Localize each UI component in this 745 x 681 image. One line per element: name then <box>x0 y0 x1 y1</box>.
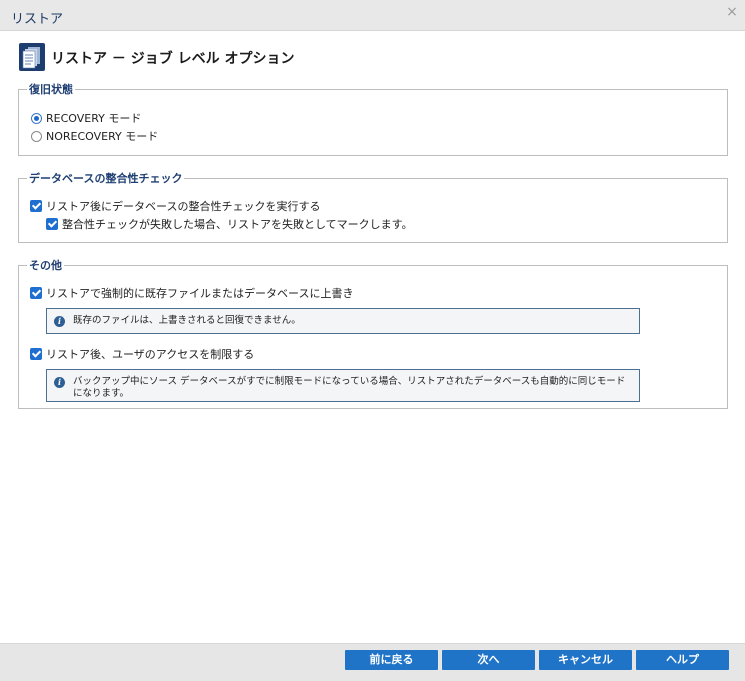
overwrite-info-box: i 既存のファイルは、上書きされると回復できません。 <box>46 308 640 334</box>
restrict-access-label: リストア後、ユーザのアクセスを制限する <box>46 348 255 361</box>
other-options-legend: その他 <box>29 259 62 272</box>
restrict-info-text: バックアップ中にソース データベースがすでに制限モードになっている場合、リストア… <box>73 376 626 399</box>
dialog-title: リストア <box>11 12 64 27</box>
recovery-mode-radio[interactable] <box>31 112 42 124</box>
consistency-check-legend: データベースの整合性チェック <box>29 172 183 185</box>
force-overwrite-label: リストアで強制的に既存ファイルまたはデータベースに上書き <box>46 287 354 300</box>
recovery-state-legend: 復旧状態 <box>29 83 73 96</box>
dialog-footer: 前に戻る 次へ キャンセル ヘルプ <box>0 643 745 681</box>
info-icon: i <box>54 316 65 327</box>
restrict-access-checkbox[interactable] <box>30 348 42 360</box>
document-stack-icon <box>19 43 45 71</box>
mark-failed-option[interactable]: 整合性チェックが失敗した場合、リストアを失敗としてマークします。 <box>46 216 413 232</box>
recovery-mode-label: RECOVERY モード <box>46 112 142 125</box>
mark-failed-checkbox[interactable] <box>46 218 58 230</box>
cancel-button[interactable]: キャンセル <box>539 650 632 670</box>
page-title: リストア － ジョブ レベル オプション <box>51 51 295 67</box>
force-overwrite-checkbox[interactable] <box>30 287 42 299</box>
restrict-access-option[interactable]: リストア後、ユーザのアクセスを制限する <box>30 346 254 362</box>
help-button[interactable]: ヘルプ <box>636 650 729 670</box>
norecovery-mode-option[interactable]: NORECOVERY モード <box>31 128 158 144</box>
norecovery-mode-radio[interactable] <box>31 130 42 142</box>
dialog-titlebar: リストア × <box>0 0 745 31</box>
close-icon[interactable]: × <box>725 5 739 19</box>
recovery-mode-option[interactable]: RECOVERY モード <box>31 110 141 126</box>
run-consistency-check-option[interactable]: リストア後にデータベースの整合性チェックを実行する <box>30 198 320 214</box>
next-button[interactable]: 次へ <box>442 650 535 670</box>
norecovery-mode-label: NORECOVERY モード <box>46 130 159 143</box>
force-overwrite-option[interactable]: リストアで強制的に既存ファイルまたはデータベースに上書き <box>30 285 353 301</box>
overwrite-info-text: 既存のファイルは、上書きされると回復できません。 <box>73 315 301 326</box>
back-button[interactable]: 前に戻る <box>345 650 438 670</box>
info-icon: i <box>54 377 65 388</box>
restrict-info-box: i バックアップ中にソース データベースがすでに制限モードになっている場合、リス… <box>46 369 640 402</box>
run-consistency-check-checkbox[interactable] <box>30 200 42 212</box>
mark-failed-label: 整合性チェックが失敗した場合、リストアを失敗としてマークします。 <box>62 218 413 231</box>
run-consistency-check-label: リストア後にデータベースの整合性チェックを実行する <box>46 200 321 213</box>
